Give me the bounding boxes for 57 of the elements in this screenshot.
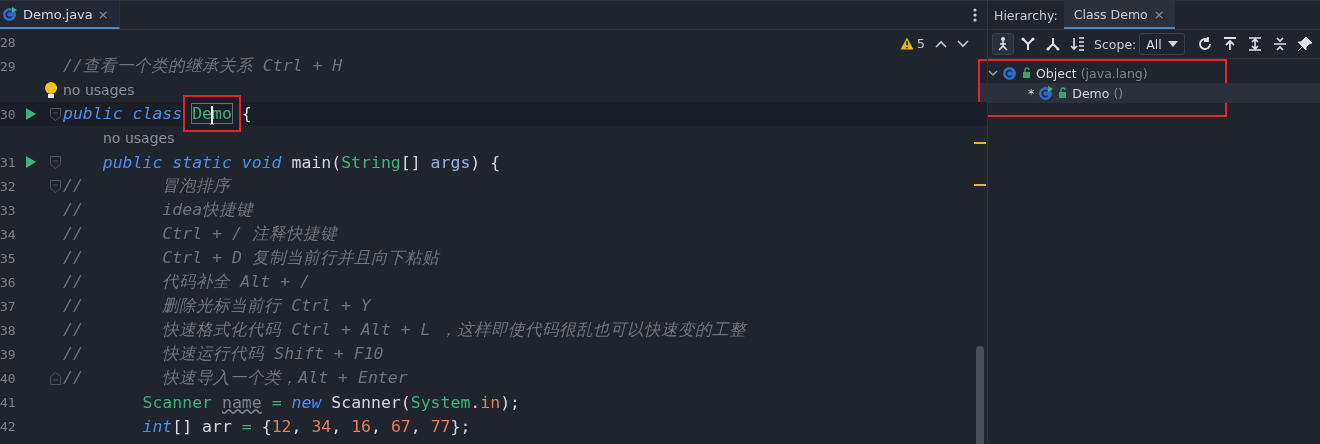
scope-dropdown[interactable]: All xyxy=(1139,33,1185,55)
code-line: Scanner name = new Scanner(System.in); xyxy=(141,392,521,412)
run-icon[interactable] xyxy=(25,155,37,169)
line-number: 41 xyxy=(0,394,17,410)
lock-icon xyxy=(1022,67,1032,79)
code-line: // 冒泡排序 xyxy=(63,175,231,197)
line-number: 32 xyxy=(0,178,17,194)
warning-count[interactable]: 5 xyxy=(899,36,925,51)
code-line: // 快速导入一个类，Alt + Enter xyxy=(63,367,408,389)
line-number: 40 xyxy=(0,370,17,386)
line-number: 31 xyxy=(0,154,17,170)
usage-hint[interactable]: no usages xyxy=(63,82,135,98)
line-number: 36 xyxy=(0,274,17,290)
code-line: // idea快捷键 xyxy=(63,199,254,221)
line-number: 38 xyxy=(0,322,17,338)
code-line: int[] arr = {12, 34, 16, 67, 77}; xyxy=(141,416,471,436)
chevron-icon[interactable] xyxy=(988,68,998,78)
line-number: 30 xyxy=(0,106,17,122)
lock-icon xyxy=(1058,87,1069,99)
code-line: public static void main(String[] args) { xyxy=(101,152,501,172)
line-number: 33 xyxy=(0,202,17,218)
line-number: 39 xyxy=(0,346,17,362)
warning-marker[interactable] xyxy=(974,142,986,144)
line-number: 28 xyxy=(0,34,17,50)
tree-item[interactable]: Object (java.lang) xyxy=(980,63,1320,83)
scrollbar[interactable] xyxy=(976,346,984,444)
code-line: // 代码补全 Alt + / xyxy=(63,271,310,293)
line-number: 42 xyxy=(0,418,17,434)
line-number: 35 xyxy=(0,250,17,266)
lightbulb-icon[interactable] xyxy=(44,81,58,99)
more-icon[interactable] xyxy=(973,7,977,23)
warning-marker[interactable] xyxy=(974,184,986,186)
code-line: // 删除光标当前行 Ctrl + Y xyxy=(63,295,371,317)
usage-hint[interactable]: no usages xyxy=(103,130,175,146)
panel-label: Hierarchy: xyxy=(993,7,1059,23)
scope-label: Scope: xyxy=(1094,36,1137,52)
code-line: // Ctrl + D 复制当前行并且向下粘贴 xyxy=(63,247,439,269)
close-icon[interactable]: × xyxy=(1153,6,1165,22)
code-line: public class Demo { xyxy=(63,104,252,124)
run-icon[interactable] xyxy=(25,107,37,121)
tree-item[interactable]: * Demo () xyxy=(980,83,1320,103)
code-line: //查看一个类的继承关系 Ctrl + H xyxy=(63,55,343,77)
line-number: 34 xyxy=(0,226,17,242)
panel-tab[interactable]: Class Demo × xyxy=(1063,1,1175,29)
close-icon[interactable]: × xyxy=(97,6,109,22)
line-number: 37 xyxy=(0,298,17,314)
class-icon xyxy=(2,6,18,22)
editor-tab[interactable]: Demo.java × xyxy=(0,1,120,29)
text-cursor xyxy=(211,105,213,124)
next-icon[interactable] xyxy=(957,39,969,48)
code-line: // 快速运行代码 Shift + F10 xyxy=(63,343,384,365)
previous-icon[interactable] xyxy=(935,39,947,48)
line-number: 29 xyxy=(0,58,17,74)
code-line: // 快速格式化代码 Ctrl + Alt + L ，这样即使代码很乱也可以快速变的工整 xyxy=(63,319,747,341)
hierarchy-icon[interactable] xyxy=(992,33,1014,55)
code-line: // Ctrl + / 注释快捷键 xyxy=(63,223,337,245)
dropdown-arrow-icon[interactable] xyxy=(1167,41,1178,47)
